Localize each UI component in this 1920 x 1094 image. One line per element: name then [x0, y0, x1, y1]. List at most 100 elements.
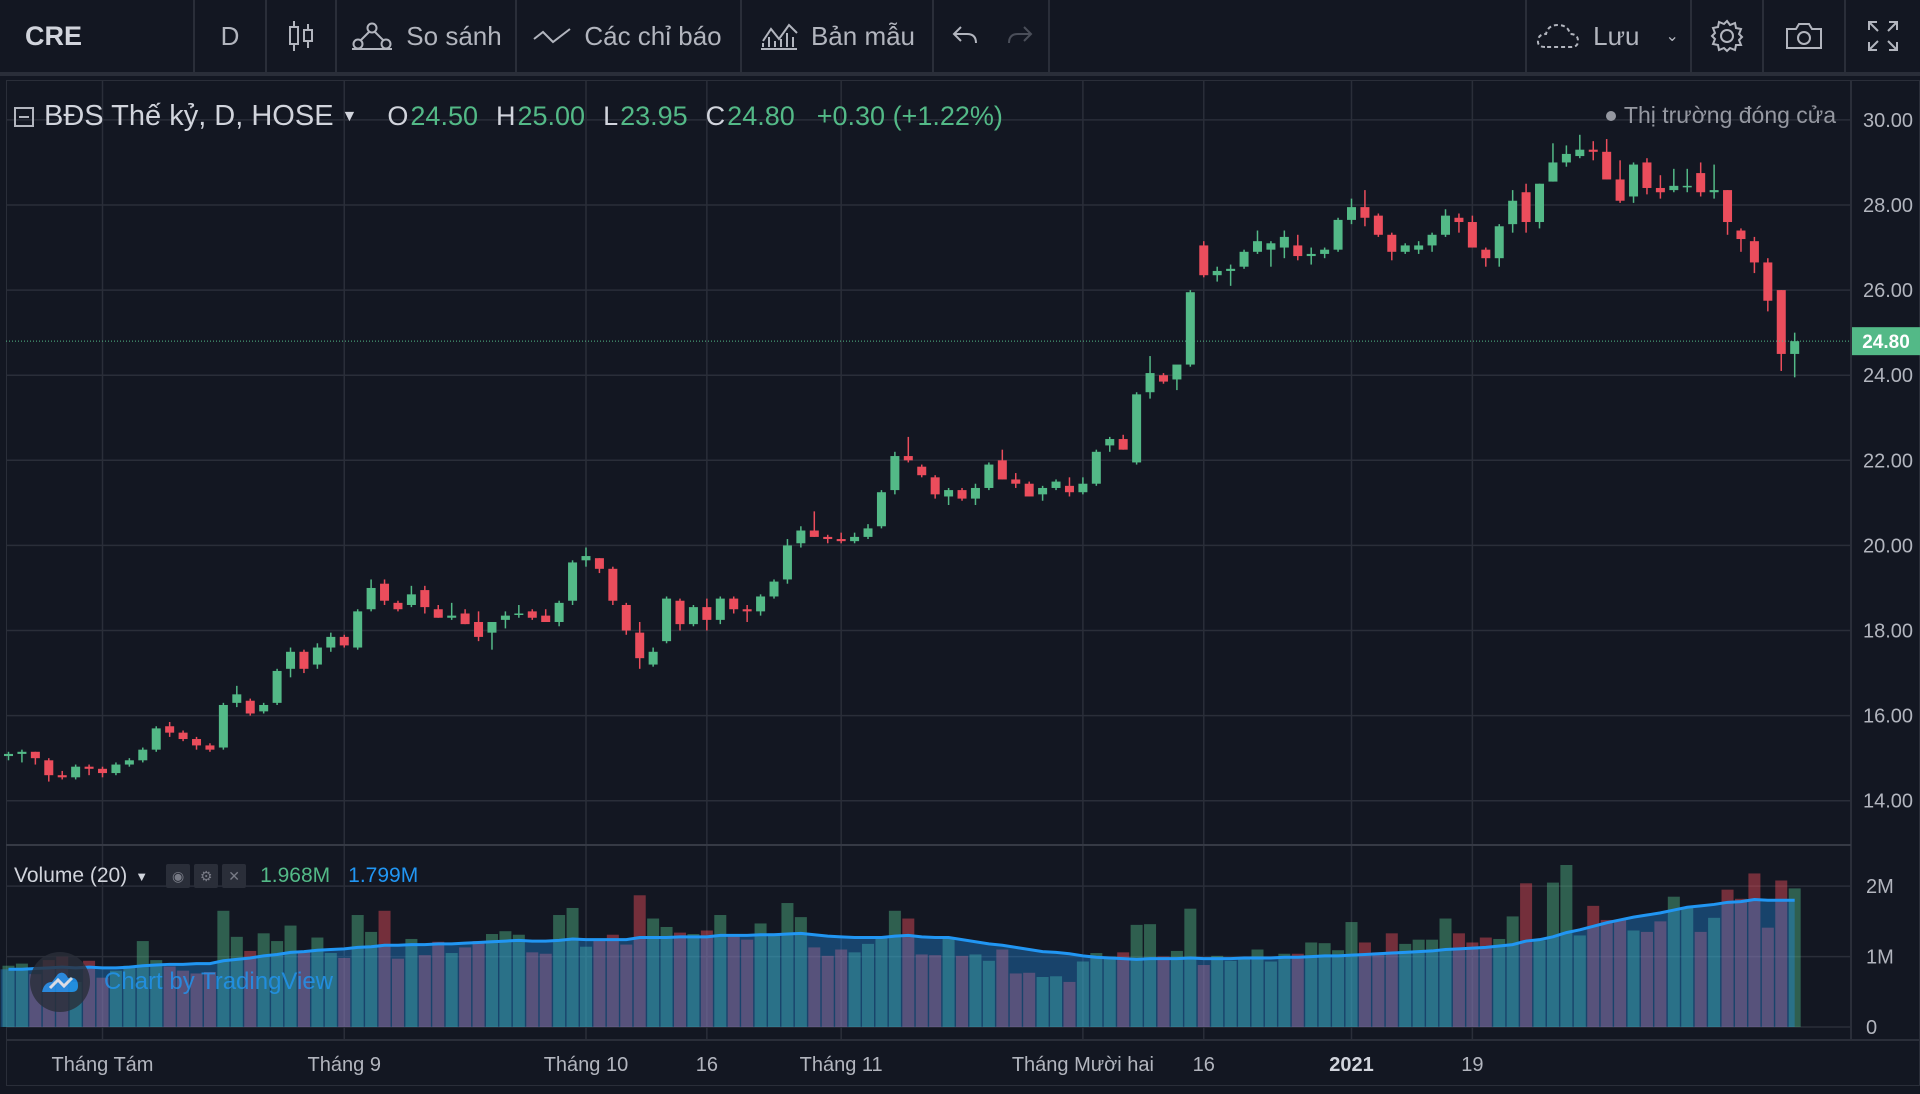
candle-body [1454, 217, 1464, 223]
candle-body [541, 615, 551, 623]
time-tick-label: Tháng Tám [52, 1054, 154, 1076]
candle-body [1602, 151, 1612, 180]
candle-body [1749, 241, 1759, 263]
candle-body [487, 622, 497, 633]
candle-body [178, 732, 188, 740]
price-tick-label: 26.00 [1863, 280, 1913, 302]
candle-body [1145, 373, 1155, 393]
candle-body [1682, 185, 1692, 188]
candle-body [581, 556, 591, 561]
close-icon[interactable]: ✕ [222, 864, 247, 888]
price-chart[interactable]: 30.00 28.00 26.00 24.00 22.00 20.00 18.00 16.00… [0, 0, 1920, 1094]
candle-body [970, 487, 980, 499]
time-tick-label: 16 [696, 1054, 718, 1076]
candle-body [1212, 270, 1222, 276]
chevron-down-icon[interactable]: ▼ [342, 108, 358, 126]
candle-body [1387, 234, 1397, 252]
candle-body [393, 602, 403, 610]
candle-body [286, 651, 296, 669]
chevron-down-icon[interactable]: ▼ [135, 869, 148, 884]
candle-body [1575, 149, 1585, 157]
high-key: H [495, 101, 516, 131]
close-value: 24.80 [727, 101, 795, 131]
candle-body [594, 558, 604, 569]
time-tick-label: 2021 [1329, 1054, 1374, 1076]
collapse-legend-icon[interactable] [14, 106, 34, 127]
candle-body [1226, 268, 1236, 271]
candle-body [1306, 253, 1316, 257]
price-tick-label: 30.00 [1863, 110, 1913, 132]
time-tick-label: 19 [1461, 1054, 1483, 1076]
time-tick-label: Tháng Mười hai [1012, 1054, 1154, 1076]
candle-body [1508, 200, 1518, 225]
candle-body [984, 464, 994, 488]
candle-body [729, 598, 739, 610]
price-tick-label: 18.00 [1863, 621, 1913, 643]
candle-body [1360, 207, 1370, 218]
price-tick-label: 24.00 [1863, 365, 1913, 387]
candle-body [702, 607, 712, 620]
candle-body [756, 596, 766, 612]
volume-title[interactable]: Volume (20) [14, 864, 127, 888]
open-value: 24.50 [410, 101, 478, 131]
candle-body [17, 751, 27, 754]
candle-body [44, 760, 54, 776]
candle-body [84, 766, 94, 769]
candle-body [1199, 245, 1209, 276]
candle-body [1629, 164, 1639, 197]
gear-icon[interactable]: ⚙ [194, 864, 219, 888]
candle-body [245, 700, 255, 714]
candle-body [205, 745, 215, 750]
candle-body [460, 613, 470, 625]
price-axis[interactable]: 30.00 28.00 26.00 24.00 22.00 20.00 18.00 16.00… [1863, 110, 1913, 813]
candle-body [1521, 192, 1531, 223]
candle-body [957, 490, 967, 499]
candle-body [662, 598, 672, 642]
candle-body [997, 460, 1007, 480]
series-title[interactable]: BĐS Thế kỷ, D, HOSE [44, 100, 334, 133]
candle-body [1535, 183, 1545, 223]
candle-body [30, 751, 40, 759]
market-status-label: Thị trường đóng cửa [1623, 102, 1836, 128]
candle-body [1091, 451, 1101, 484]
candle-body [608, 568, 618, 601]
watermark-text: Chart by TradingView [104, 968, 334, 995]
volume-axis[interactable]: 2M 1M 0 [1866, 876, 1894, 1039]
candle-body [1696, 173, 1706, 193]
candle-body [1051, 481, 1061, 488]
candle-body [1038, 487, 1048, 495]
tradingview-watermark[interactable]: Chart by TradingView [30, 952, 333, 1012]
close-key: C [705, 101, 726, 131]
volume-value: 1.968M [260, 864, 331, 887]
candle-body [1776, 290, 1786, 354]
candle-body [1024, 483, 1034, 497]
candle-body [715, 598, 725, 620]
candles [4, 134, 1800, 782]
candle-body [1279, 236, 1289, 248]
candle-body [876, 492, 886, 527]
candle-body [1481, 249, 1491, 259]
price-tick-label: 16.00 [1863, 706, 1913, 728]
candle-body [1400, 245, 1410, 252]
candle-body [635, 632, 645, 659]
candle-body [554, 602, 564, 623]
tradingview-logo-icon [30, 952, 90, 1012]
time-axis[interactable]: Tháng Tám Tháng 9 Tháng 10 16 Tháng 11 Tháng … [52, 1054, 1484, 1076]
candle-body [1669, 185, 1679, 191]
eye-icon[interactable]: ◉ [166, 864, 191, 888]
candle-body [500, 615, 510, 620]
volume-tick-label: 1M [1866, 947, 1894, 969]
candle-body [447, 615, 457, 618]
candle-body [1723, 190, 1733, 223]
open-key: O [387, 101, 409, 131]
candle-body [165, 726, 175, 733]
candle-body [192, 739, 202, 746]
candle-body [312, 647, 322, 665]
candle-body [823, 536, 833, 540]
candle-body [366, 587, 376, 610]
candle-body [1467, 222, 1477, 248]
candle-body [1763, 262, 1773, 301]
candle-body [1736, 230, 1746, 240]
candle-body [98, 768, 108, 774]
candle-body [944, 490, 954, 497]
